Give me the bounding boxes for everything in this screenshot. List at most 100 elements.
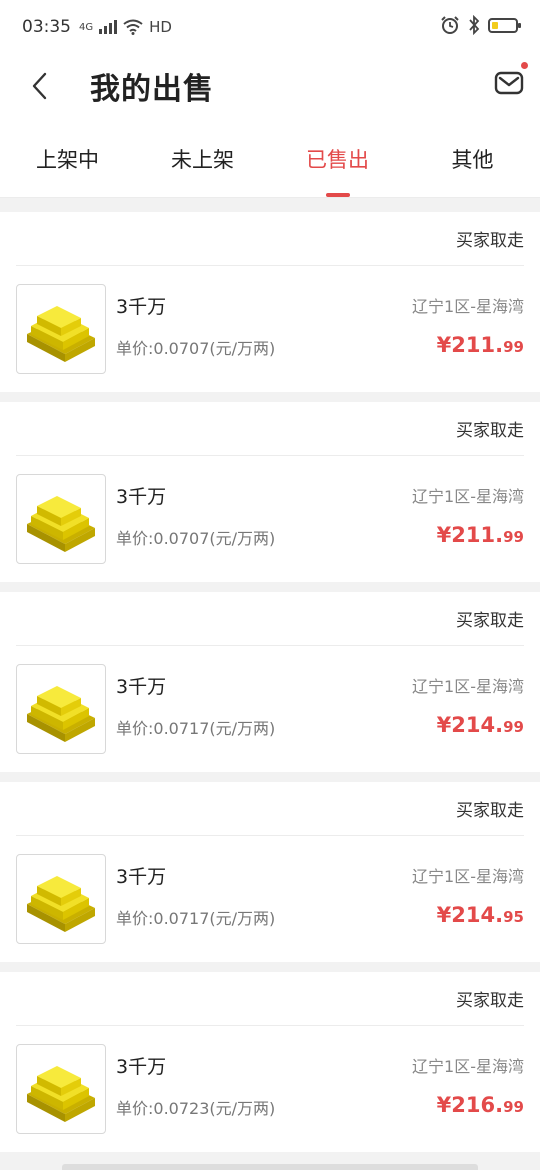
order-status: 买家取走 <box>456 421 524 441</box>
gold-ingot-icon <box>27 306 95 362</box>
item-price: ¥211.99 <box>437 523 524 547</box>
gold-ingot-icon <box>27 1066 95 1122</box>
item-server: 辽宁1区-星海湾 <box>412 297 524 316</box>
item-thumbnail <box>16 854 106 944</box>
card-header: 买家取走 <box>16 212 524 266</box>
item-thumbnail <box>16 284 106 374</box>
bluetooth-icon <box>469 15 480 35</box>
signal-icon <box>99 20 118 34</box>
price-integer: 214. <box>451 903 504 927</box>
price-integer: 211. <box>451 333 504 357</box>
item-meta: 辽宁1区-星海湾 ¥214.95 <box>412 863 524 927</box>
item-quantity: 3千万 <box>116 675 167 698</box>
card-header: 买家取走 <box>16 592 524 646</box>
item-meta: 辽宁1区-星海湾 ¥211.99 <box>412 483 524 547</box>
status-bar: 03:35 4G HD <box>0 0 540 54</box>
item-quantity: 3千万 <box>116 295 167 318</box>
status-left-icons: 4G HD <box>79 18 172 36</box>
page-title: 我的出售 <box>90 72 214 107</box>
item-info: 3千万 单价:0.0707(元/万两) <box>106 482 412 549</box>
battery-level <box>492 21 498 29</box>
item-server: 辽宁1区-星海湾 <box>412 487 524 506</box>
tab-bar: 上架中 未上架 已售出 其他 <box>0 118 540 198</box>
card-body: 3千万 单价:0.0717(元/万两) 辽宁1区-星海湾 ¥214.95 <box>16 836 524 962</box>
mail-icon <box>494 71 524 95</box>
order-status: 买家取走 <box>456 801 524 821</box>
item-thumbnail <box>16 474 106 564</box>
card-header: 买家取走 <box>16 972 524 1026</box>
tab-sold[interactable]: 已售出 <box>270 118 405 197</box>
price-symbol: ¥ <box>436 523 452 547</box>
network-type: 4G <box>79 21 94 33</box>
item-server: 辽宁1区-星海湾 <box>412 677 524 696</box>
back-button[interactable] <box>0 54 80 118</box>
card-body: 3千万 单价:0.0723(元/万两) 辽宁1区-星海湾 ¥216.99 <box>16 1026 524 1152</box>
status-right-icons <box>440 15 521 35</box>
order-card[interactable]: 买家取走 <box>0 592 540 772</box>
price-decimal: 95 <box>503 908 524 926</box>
price-decimal: 99 <box>503 1098 524 1116</box>
order-list: 买家取走 3千万 单价:0.0707(元/万两) 辽宁1区-星海湾 ¥211.9… <box>0 198 540 1152</box>
chevron-left-icon <box>32 72 47 100</box>
price-symbol: ¥ <box>436 333 452 357</box>
item-quantity: 3千万 <box>116 1055 167 1078</box>
card-body: 3千万 单价:0.0707(元/万两) 辽宁1区-星海湾 ¥211.99 <box>16 266 524 392</box>
card-body: 3千万 单价:0.0717(元/万两) 辽宁1区-星海湾 ¥214.99 <box>16 646 524 772</box>
hd-label: HD <box>149 18 172 36</box>
card-header: 买家取走 <box>16 782 524 836</box>
item-meta: 辽宁1区-星海湾 ¥211.99 <box>412 293 524 357</box>
order-status: 买家取走 <box>456 611 524 631</box>
tab-other[interactable]: 其他 <box>405 118 540 197</box>
order-status: 买家取走 <box>456 231 524 251</box>
price-decimal: 99 <box>503 718 524 736</box>
item-unit-price: 单价:0.0717(元/万两) <box>116 718 276 738</box>
order-status: 买家取走 <box>456 991 524 1011</box>
gold-ingot-icon <box>27 686 95 742</box>
order-card[interactable]: 买家取走 <box>0 212 540 392</box>
gold-ingot-icon <box>27 496 95 552</box>
status-time: 03:35 <box>22 17 71 37</box>
wifi-icon <box>123 19 143 35</box>
item-quantity: 3千万 <box>116 865 167 888</box>
price-integer: 214. <box>451 713 504 737</box>
order-card[interactable]: 买家取走 <box>0 972 540 1152</box>
item-info: 3千万 单价:0.0723(元/万两) <box>106 1052 412 1119</box>
header: 我的出售 <box>0 54 540 118</box>
order-card[interactable]: 买家取走 <box>0 782 540 962</box>
item-unit-price: 单价:0.0707(元/万两) <box>116 528 276 548</box>
price-integer: 211. <box>451 523 504 547</box>
item-info: 3千万 单价:0.0717(元/万两) <box>106 862 412 929</box>
item-price: ¥214.95 <box>437 903 524 927</box>
gold-ingot-icon <box>27 876 95 932</box>
price-decimal: 99 <box>503 528 524 546</box>
mail-button[interactable] <box>494 62 528 98</box>
price-symbol: ¥ <box>436 903 452 927</box>
card-body: 3千万 单价:0.0707(元/万两) 辽宁1区-星海湾 ¥211.99 <box>16 456 524 582</box>
item-quantity: 3千万 <box>116 485 167 508</box>
battery-icon <box>488 17 521 33</box>
tab-unlisted[interactable]: 未上架 <box>135 118 270 197</box>
home-indicator <box>62 1164 478 1170</box>
price-decimal: 99 <box>503 338 524 356</box>
item-unit-price: 单价:0.0707(元/万两) <box>116 338 276 358</box>
item-server: 辽宁1区-星海湾 <box>412 1057 524 1076</box>
item-unit-price: 单价:0.0717(元/万两) <box>116 908 276 928</box>
price-symbol: ¥ <box>436 1093 452 1117</box>
item-price: ¥214.99 <box>437 713 524 737</box>
item-server: 辽宁1区-星海湾 <box>412 867 524 886</box>
price-integer: 216. <box>451 1093 504 1117</box>
item-price: ¥216.99 <box>437 1093 524 1117</box>
price-symbol: ¥ <box>436 713 452 737</box>
item-thumbnail <box>16 664 106 754</box>
item-price: ¥211.99 <box>437 333 524 357</box>
notification-dot <box>521 62 528 69</box>
card-header: 买家取走 <box>16 402 524 456</box>
item-meta: 辽宁1区-星海湾 ¥214.99 <box>412 673 524 737</box>
alarm-icon <box>441 16 459 34</box>
item-info: 3千万 单价:0.0717(元/万两) <box>106 672 412 739</box>
item-info: 3千万 单价:0.0707(元/万两) <box>106 292 412 359</box>
order-card[interactable]: 买家取走 <box>0 402 540 582</box>
item-unit-price: 单价:0.0723(元/万两) <box>116 1098 276 1118</box>
item-thumbnail <box>16 1044 106 1134</box>
tab-listed[interactable]: 上架中 <box>0 118 135 197</box>
